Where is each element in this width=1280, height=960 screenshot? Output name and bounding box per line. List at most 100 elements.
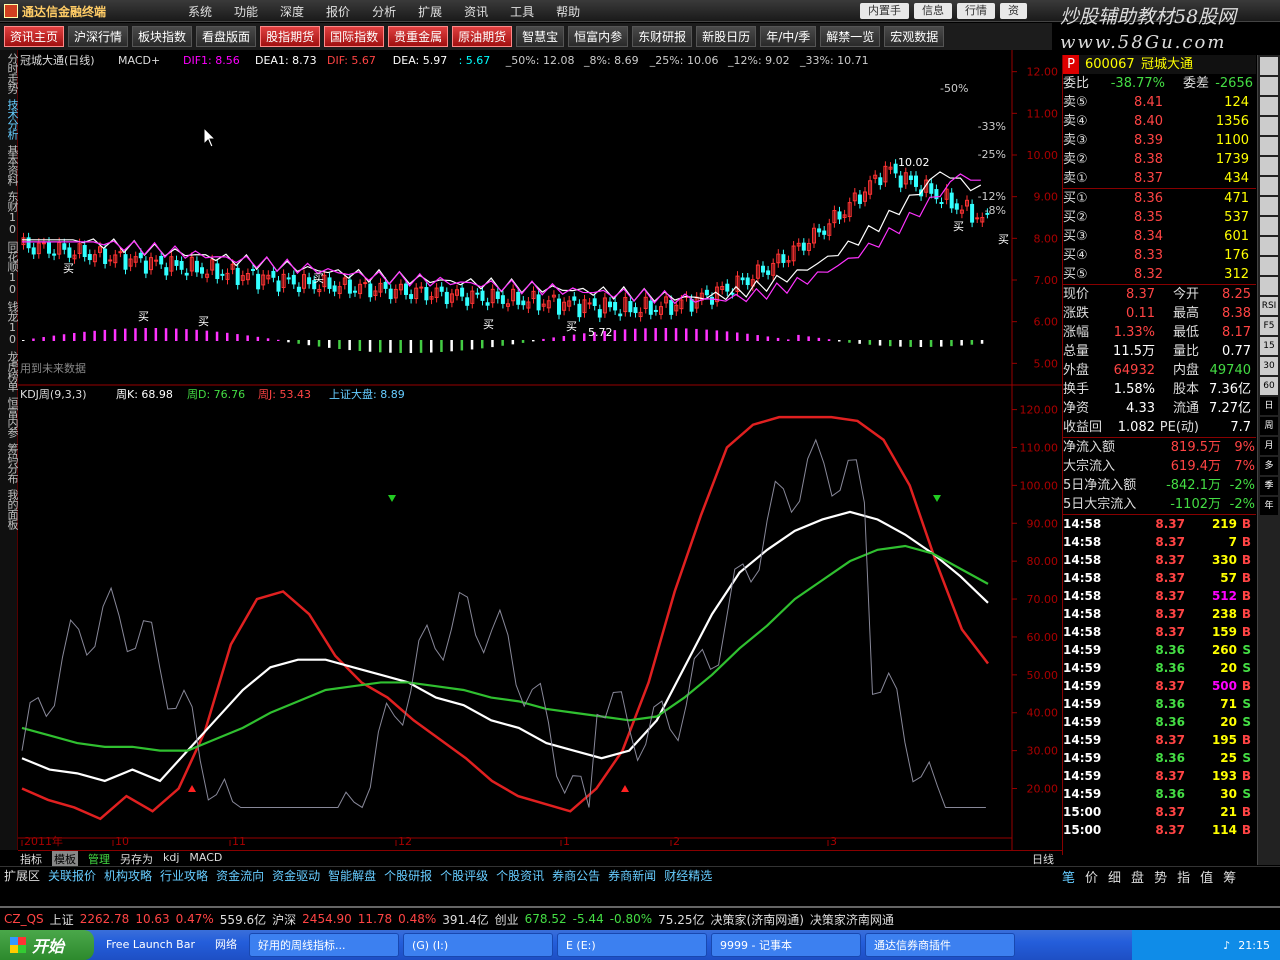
tool-icon-4[interactable] [1260, 137, 1278, 155]
tick-row[interactable]: 14:59 8.36 25 S [1063, 749, 1256, 767]
tab-4[interactable]: kdj [163, 851, 179, 866]
period-button-多[interactable]: 多 [1260, 457, 1278, 475]
tab-2[interactable]: 管理 [88, 851, 110, 866]
sidebar-item-7[interactable]: 恒富内参 [0, 394, 19, 440]
tool-icon-2[interactable] [1260, 97, 1278, 115]
bottom-nav-item-3[interactable]: 行业攻略 [160, 867, 208, 884]
period-button-RSI[interactable]: RSI [1260, 297, 1278, 315]
bottom-nav-item-8[interactable]: 个股评级 [440, 867, 488, 884]
toolbar-button-14[interactable]: 宏观数据 [884, 26, 945, 47]
bottom-nav-item-9[interactable]: 个股资讯 [496, 867, 544, 884]
window-button-0[interactable]: 内置手 [860, 3, 909, 19]
tick-row[interactable]: 14:59 8.36 20 S [1063, 713, 1256, 731]
sidebar-item-4[interactable]: 同花顺10 [0, 238, 19, 298]
bottom-nav-item-4[interactable]: 资金流向 [216, 867, 264, 884]
bottom-nav-item-6[interactable]: 智能解盘 [328, 867, 376, 884]
taskbar-item-4[interactable]: E (E:) [556, 933, 707, 957]
period-button-日[interactable]: 日 [1260, 397, 1278, 415]
tick-row[interactable]: 14:58 8.37 512 B [1063, 587, 1256, 605]
toolbar-button-8[interactable]: 智慧宝 [516, 26, 565, 47]
taskbar-item-3[interactable]: (G) (I:) [402, 933, 553, 957]
window-button-3[interactable]: 资 [1000, 3, 1027, 19]
menu-item-5[interactable]: 扩展 [418, 3, 442, 20]
sidebar-item-6[interactable]: 龙虎榜单 [0, 348, 19, 394]
period-button-月[interactable]: 月 [1260, 437, 1278, 455]
tick-row[interactable]: 14:58 8.37 238 B [1063, 605, 1256, 623]
taskbar-item-2[interactable]: 好用的周线指标... [248, 933, 399, 957]
tab-3[interactable]: 另存为 [120, 851, 153, 866]
bottom-nav-item-0[interactable]: 扩展区 [4, 867, 40, 884]
tool-icon-10[interactable] [1260, 257, 1278, 275]
menu-item-8[interactable]: 帮助 [556, 3, 580, 20]
toolbar-button-5[interactable]: 国际指数 [324, 26, 385, 47]
sidebar-item-2[interactable]: 基本资料 [0, 142, 19, 188]
tool-icon-9[interactable] [1260, 237, 1278, 255]
tick-row[interactable]: 14:58 8.37 57 B [1063, 569, 1256, 587]
tool-icon-11[interactable] [1260, 277, 1278, 295]
chart-area[interactable]: 12.00 11.00 10.00 9.00 8.00 7.00 6.00 5.00 冠城大通(… [18, 50, 1062, 850]
bottom-nav-item-11[interactable]: 券商新闻 [608, 867, 656, 884]
toolbar-button-13[interactable]: 解禁一览 [820, 26, 881, 47]
tick-row[interactable]: 14:59 8.37 193 B [1063, 767, 1256, 785]
toolbar-button-7[interactable]: 原油期货 [452, 26, 513, 47]
period-button-30[interactable]: 30 [1260, 357, 1278, 375]
tab-0[interactable]: 指标 [20, 851, 42, 866]
toolbar-button-10[interactable]: 东财研报 [632, 26, 693, 47]
tick-row[interactable]: 14:58 8.37 7 B [1063, 533, 1256, 551]
right-nav-item-3[interactable]: 盘 [1131, 867, 1144, 886]
right-nav-item-2[interactable]: 细 [1108, 867, 1121, 886]
period-button-季[interactable]: 季 [1260, 477, 1278, 495]
period-button-15[interactable]: 15 [1260, 337, 1278, 355]
taskbar-item-1[interactable]: 网络 [207, 933, 245, 957]
toolbar-button-3[interactable]: 看盘版面 [196, 26, 257, 47]
tool-icon-8[interactable] [1260, 217, 1278, 235]
tick-row[interactable]: 14:59 8.36 30 S [1063, 785, 1256, 803]
tick-row[interactable]: 14:58 8.37 159 B [1063, 623, 1256, 641]
toolbar-button-12[interactable]: 年/中/季 [760, 26, 817, 47]
sidebar-item-1[interactable]: 技术分析 [0, 96, 19, 142]
period-button-60[interactable]: 60 [1260, 377, 1278, 395]
toolbar-button-1[interactable]: 沪深行情 [68, 26, 129, 47]
window-button-1[interactable]: 信息 [914, 3, 952, 19]
window-button-2[interactable]: 行情 [957, 3, 995, 19]
period-button-F5[interactable]: F5 [1260, 317, 1278, 335]
right-nav-item-6[interactable]: 值 [1200, 867, 1213, 886]
tool-icon-3[interactable] [1260, 117, 1278, 135]
tool-icon-0[interactable] [1260, 57, 1278, 75]
toolbar-button-6[interactable]: 贵重金属 [388, 26, 449, 47]
tick-row[interactable]: 15:00 8.37 21 B [1063, 803, 1256, 821]
tool-icon-6[interactable] [1260, 177, 1278, 195]
toolbar-button-9[interactable]: 恒富内参 [568, 26, 629, 47]
menu-item-1[interactable]: 功能 [234, 3, 258, 20]
right-nav-item-4[interactable]: 势 [1154, 867, 1167, 886]
toolbar-button-11[interactable]: 新股日历 [696, 26, 757, 47]
tick-row[interactable]: 14:59 8.36 20 S [1063, 659, 1256, 677]
menu-item-0[interactable]: 系统 [188, 3, 212, 20]
menu-item-7[interactable]: 工具 [510, 3, 534, 20]
tick-list[interactable]: 14:58 8.37 219 B 14:58 8.37 7 B 14:58 8.37 330 B 14:… [1063, 514, 1256, 839]
right-nav-item-1[interactable]: 价 [1085, 867, 1098, 886]
tab-5[interactable]: MACD [189, 851, 222, 866]
right-nav-item-0[interactable]: 笔 [1062, 867, 1075, 886]
toolbar-button-2[interactable]: 板块指数 [132, 26, 193, 47]
tick-row[interactable]: 14:59 8.37 500 B [1063, 677, 1256, 695]
tick-row[interactable]: 14:59 8.37 195 B [1063, 731, 1256, 749]
taskbar-item-6[interactable]: 通达信券商插件 [864, 933, 1015, 957]
tick-row[interactable]: 14:59 8.36 260 S [1063, 641, 1256, 659]
menu-item-3[interactable]: 报价 [326, 3, 350, 20]
sidebar-item-9[interactable]: 我的面板 [0, 486, 19, 532]
tick-row[interactable]: 14:58 8.37 330 B [1063, 551, 1256, 569]
menu-item-2[interactable]: 深度 [280, 3, 304, 20]
sidebar-item-5[interactable]: 钱龙10 [0, 298, 19, 348]
tool-icon-5[interactable] [1260, 157, 1278, 175]
bottom-nav-item-1[interactable]: 关联报价 [48, 867, 96, 884]
bottom-nav-item-2[interactable]: 机构攻略 [104, 867, 152, 884]
menu-item-6[interactable]: 资讯 [464, 3, 488, 20]
bottom-nav-item-5[interactable]: 资金驱动 [272, 867, 320, 884]
start-button[interactable]: 开始 [0, 930, 94, 960]
tick-row[interactable]: 14:59 8.36 71 S [1063, 695, 1256, 713]
right-nav-item-5[interactable]: 指 [1177, 867, 1190, 886]
bottom-nav-item-10[interactable]: 券商公告 [552, 867, 600, 884]
sidebar-item-3[interactable]: 东财10 [0, 188, 19, 238]
menu-item-4[interactable]: 分析 [372, 3, 396, 20]
